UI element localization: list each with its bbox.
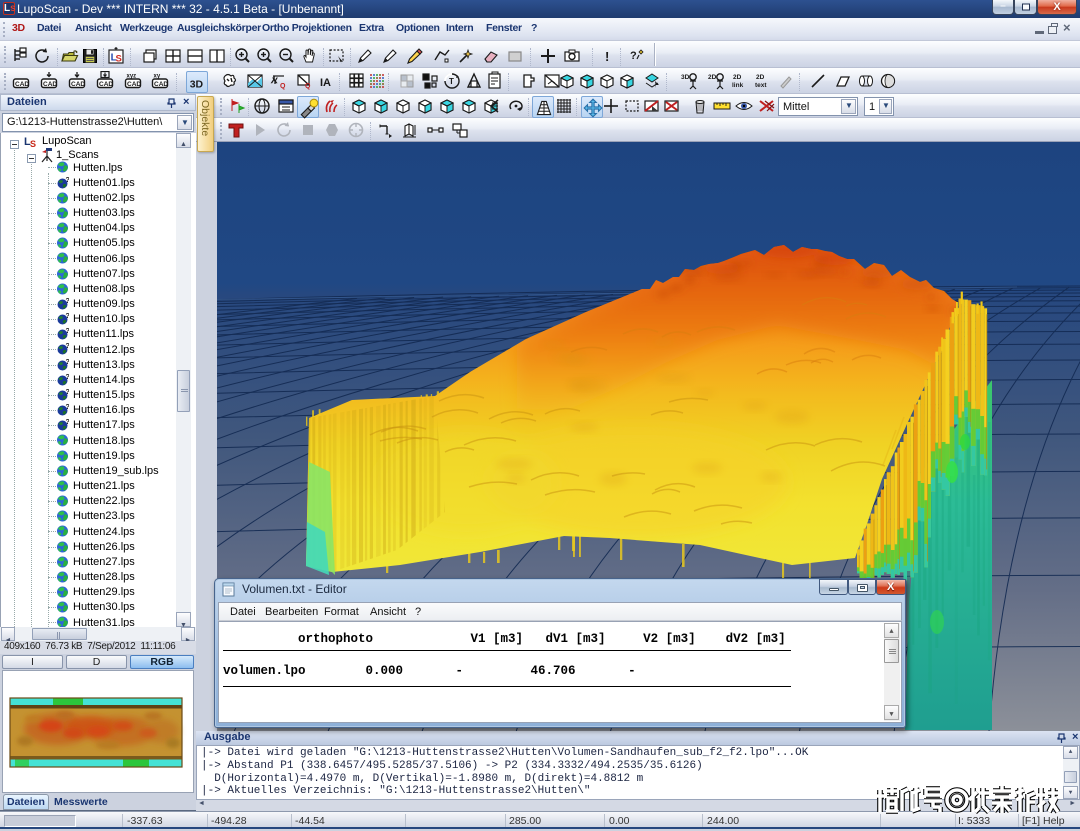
- svg-text:S: S: [30, 139, 36, 149]
- svg-text:xyz: xyz: [127, 74, 137, 80]
- svg-text:Y: Y: [272, 76, 278, 86]
- svg-text:?: ?: [66, 374, 70, 381]
- svg-text:xy: xy: [154, 74, 161, 80]
- svg-text:T: T: [449, 77, 454, 86]
- svg-text:?: ?: [66, 359, 70, 366]
- svg-text:2D: 2D: [733, 74, 742, 81]
- svg-text:?: ?: [66, 404, 70, 411]
- svg-text:CAD: CAD: [154, 81, 168, 88]
- svg-text:S: S: [116, 53, 122, 64]
- svg-text:?: ?: [66, 328, 70, 335]
- svg-text:Q: Q: [280, 83, 286, 90]
- svg-text:2D: 2D: [708, 74, 717, 81]
- svg-text:CAD: CAD: [99, 81, 113, 88]
- svg-text:!: !: [605, 49, 609, 64]
- svg-text:?: ?: [66, 343, 70, 350]
- svg-text:IA: IA: [320, 77, 331, 89]
- svg-text:?: ?: [630, 50, 637, 62]
- svg-text:3D: 3D: [190, 79, 204, 90]
- svg-text:text: text: [755, 82, 767, 89]
- svg-text:CAD: CAD: [43, 81, 57, 88]
- svg-text:2D: 2D: [756, 74, 765, 81]
- svg-text:CAD: CAD: [127, 81, 141, 88]
- svg-text:Q: Q: [305, 83, 311, 90]
- svg-text:link: link: [732, 82, 744, 89]
- svg-text:CAD: CAD: [15, 81, 29, 88]
- svg-text:?: ?: [66, 389, 70, 396]
- svg-text:?: ?: [66, 419, 70, 426]
- svg-text:?: ?: [66, 177, 70, 184]
- svg-text:3D: 3D: [681, 74, 690, 81]
- svg-text:CAD: CAD: [71, 81, 85, 88]
- svg-text:?: ?: [66, 313, 70, 320]
- svg-text:?: ?: [66, 298, 70, 305]
